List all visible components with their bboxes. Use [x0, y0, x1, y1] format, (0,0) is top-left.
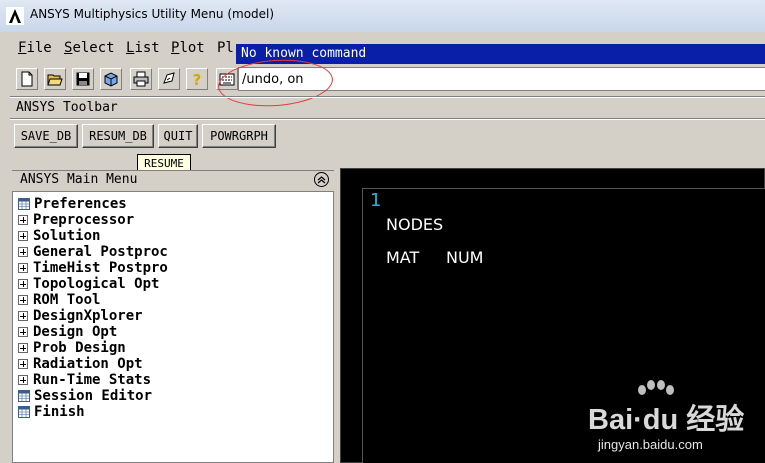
- main-menu-item[interactable]: Preferences: [18, 196, 127, 212]
- num-label: NUM: [446, 248, 484, 267]
- menu-plot-rest: lot: [179, 40, 205, 56]
- expand-icon[interactable]: [18, 343, 28, 353]
- main-menu-item-label: Preprocessor: [33, 212, 135, 228]
- expand-icon[interactable]: [18, 311, 28, 321]
- main-menu-item-label: Prob Design: [33, 340, 126, 356]
- main-menu-item[interactable]: General Postproc: [18, 244, 168, 260]
- menu-list-rest: ist: [134, 40, 160, 56]
- main-menu-item-label: Preferences: [34, 196, 127, 212]
- menu-file[interactable]: File: [18, 40, 52, 56]
- main-menu-item-label: Solution: [33, 228, 101, 244]
- main-menu-item-label: Topological Opt: [33, 276, 160, 292]
- powrgrph-button[interactable]: POWRGRPH: [202, 124, 276, 148]
- main-menu-item[interactable]: Prob Design: [18, 340, 126, 356]
- expand-icon[interactable]: [18, 247, 28, 257]
- expand-icon[interactable]: [18, 215, 28, 225]
- new-file-button[interactable]: [16, 68, 38, 90]
- table-icon: [18, 198, 30, 210]
- main-menu-item[interactable]: DesignXplorer: [18, 308, 143, 324]
- expand-icon[interactable]: [18, 263, 28, 273]
- main-menu-item[interactable]: Preprocessor: [18, 212, 134, 228]
- help-question-icon: ?: [193, 71, 202, 87]
- print-button[interactable]: [130, 68, 152, 90]
- watermark-text: Bai·du 经验: [588, 404, 745, 436]
- window-title: ANSYS Multiphysics Utility Menu (model): [30, 7, 275, 21]
- expand-icon[interactable]: [18, 295, 28, 305]
- toolbar-separator: [10, 96, 765, 98]
- main-menu-item[interactable]: TimeHist Postpro: [18, 260, 168, 276]
- capture-button[interactable]: [158, 68, 180, 90]
- expand-icon[interactable]: [18, 359, 28, 369]
- main-menu-item[interactable]: Solution: [18, 228, 100, 244]
- main-menu-item-label: Session Editor: [34, 388, 153, 404]
- save-disk-icon: [76, 72, 90, 86]
- main-menu-item[interactable]: Radiation Opt: [18, 356, 143, 372]
- main-menu-item-label: TimeHist Postpro: [33, 260, 168, 276]
- command-message-bar: No known command: [236, 44, 765, 64]
- cube-icon: [104, 72, 118, 87]
- save-db-button[interactable]: SAVE_DB: [14, 124, 78, 148]
- main-menu-title: ANSYS Main Menu: [20, 172, 138, 187]
- main-menu-item[interactable]: Topological Opt: [18, 276, 159, 292]
- menu-select-rest: elect: [72, 40, 115, 56]
- main-menu-item-label: General Postproc: [33, 244, 168, 260]
- window-number-label: 1: [370, 190, 382, 211]
- main-menu-item[interactable]: Run-Time Stats: [18, 372, 151, 388]
- report-button[interactable]: [100, 68, 122, 90]
- main-menu-item-label: Radiation Opt: [33, 356, 143, 372]
- save-button[interactable]: [72, 68, 94, 90]
- menu-file-rest: ile: [26, 40, 52, 56]
- table-icon: [18, 390, 30, 402]
- main-menu-item[interactable]: Session Editor: [18, 388, 152, 404]
- ansys-toolbar-label: ANSYS Toolbar: [16, 100, 118, 115]
- ansys-logo-icon: [6, 7, 24, 25]
- expand-icon[interactable]: [18, 327, 28, 337]
- toolbar-separator: [10, 118, 765, 120]
- main-menu-item-label: Finish: [34, 404, 85, 420]
- menu-list[interactable]: List: [126, 40, 160, 56]
- expand-icon[interactable]: [18, 231, 28, 241]
- hand-capture-icon: [163, 72, 175, 84]
- printer-icon: [133, 71, 149, 87]
- open-file-button[interactable]: [44, 68, 66, 90]
- highlight-circle-annotation: [216, 56, 335, 110]
- resume-db-button[interactable]: RESUM_DB: [82, 124, 154, 148]
- main-menu-item[interactable]: Design Opt: [18, 324, 117, 340]
- menu-plot[interactable]: Plot: [171, 40, 205, 56]
- mat-label: MAT: [386, 248, 420, 267]
- table-icon: [18, 406, 30, 418]
- main-menu-item-label: ROM Tool: [33, 292, 101, 308]
- menu-plotctrls[interactable]: Pl: [217, 40, 234, 56]
- nodes-label: NODES: [386, 215, 444, 234]
- double-chevron-up-icon: [317, 176, 326, 184]
- main-menu-item[interactable]: Finish: [18, 404, 85, 420]
- collapse-menu-button[interactable]: [314, 172, 329, 187]
- help-button[interactable]: ?: [186, 68, 208, 90]
- watermark-url: jingyan.baidu.com: [598, 437, 703, 452]
- main-menu-item[interactable]: ROM Tool: [18, 292, 100, 308]
- main-menu-item-label: DesignXplorer: [33, 308, 143, 324]
- main-menu-item-label: Design Opt: [33, 324, 118, 340]
- open-folder-icon: [47, 74, 63, 86]
- expand-icon[interactable]: [18, 375, 28, 385]
- expand-icon[interactable]: [18, 279, 28, 289]
- main-menu-item-label: Run-Time Stats: [33, 372, 152, 388]
- svg-text:?: ?: [193, 71, 202, 87]
- new-file-icon: [21, 71, 33, 87]
- menu-select[interactable]: Select: [64, 40, 115, 56]
- quit-button[interactable]: QUIT: [158, 124, 198, 148]
